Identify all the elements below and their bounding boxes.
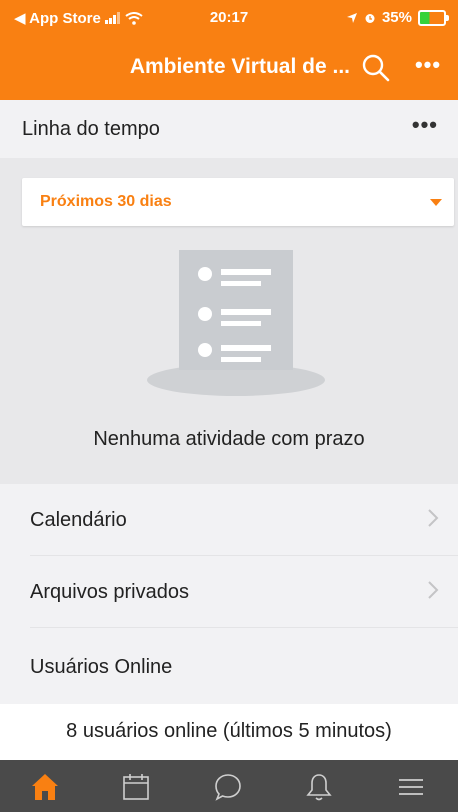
chevron-right-icon [428, 581, 439, 599]
calendar-link[interactable]: Calendário [0, 484, 458, 556]
battery-icon [418, 9, 449, 26]
more-options-button[interactable]: ••• [410, 52, 446, 84]
date-filter-value: Próximos 30 dias [40, 193, 172, 210]
timeline-title: Linha do tempo [22, 118, 160, 140]
tab-calendar[interactable] [91, 760, 182, 812]
status-right: 35% [346, 9, 449, 26]
tab-notifications[interactable] [274, 760, 365, 812]
empty-state-message: Nenhuma atividade com prazo [93, 428, 365, 450]
timeline-panel: Próximos 30 dias Nenhuma atividade com p… [0, 158, 458, 484]
location-icon [346, 12, 357, 23]
search-icon[interactable] [360, 52, 392, 84]
empty-list-illustration [147, 250, 325, 396]
tab-menu[interactable] [366, 760, 457, 812]
chevron-right-icon [428, 509, 439, 527]
tab-messages[interactable] [183, 760, 274, 812]
calendar-icon [123, 774, 149, 800]
timeline-header: Linha do tempo ••• [0, 100, 458, 158]
online-users-text: 8 usuários online (últimos 5 minutos) [66, 720, 392, 742]
private-files-link-label: Arquivos privados [30, 581, 189, 603]
status-bar: ◀ App Store 20:17 35% [0, 0, 458, 36]
online-users-section: Usuários Online [0, 628, 458, 704]
bottom-tab-bar [0, 760, 458, 812]
private-files-link[interactable]: Arquivos privados [0, 556, 458, 628]
menu-icon [399, 779, 423, 795]
date-filter-select[interactable]: Próximos 30 dias [22, 178, 454, 226]
alarm-icon [365, 13, 375, 23]
page-title: Ambiente Virtual de ... [129, 55, 350, 78]
app-header: Ambiente Virtual de ... ••• [0, 36, 458, 100]
battery-percent: 35% [381, 9, 412, 26]
calendar-link-label: Calendário [30, 509, 127, 531]
tab-home[interactable] [0, 760, 91, 812]
chevron-down-icon [430, 199, 442, 206]
bell-icon [306, 774, 332, 801]
online-users-count: 8 usuários online (últimos 5 minutos) [0, 704, 458, 760]
chat-icon [215, 774, 241, 801]
online-users-title: Usuários Online [30, 656, 173, 678]
home-icon [32, 774, 58, 800]
timeline-menu-button[interactable]: ••• [412, 112, 438, 138]
